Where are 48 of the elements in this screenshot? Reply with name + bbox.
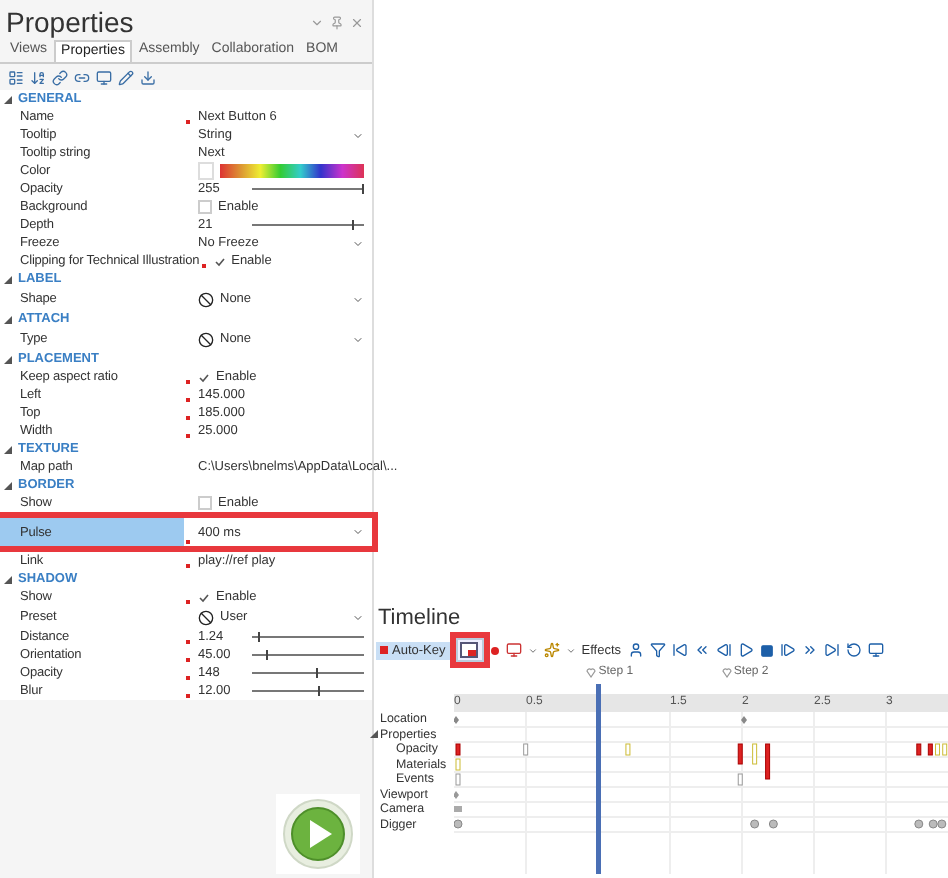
monitor-icon[interactable] <box>505 642 522 658</box>
checkbox[interactable] <box>198 371 210 383</box>
keyframe-button[interactable] <box>455 638 484 662</box>
skip-forward-icon[interactable] <box>823 642 840 658</box>
sparkles-icon[interactable] <box>543 642 560 658</box>
rewind-icon[interactable] <box>693 642 710 658</box>
collapse-triangle-icon[interactable] <box>4 315 12 323</box>
skip-back-icon[interactable] <box>671 642 688 658</box>
chevron-down-icon[interactable] <box>527 645 538 655</box>
monitor-icon[interactable] <box>867 642 884 658</box>
color-gradient[interactable] <box>220 164 364 178</box>
step-forward-icon[interactable] <box>779 642 796 658</box>
collapse-triangle-icon[interactable] <box>4 355 12 363</box>
collapse-triangle-icon[interactable] <box>4 95 12 103</box>
timeline-title: Timeline <box>376 606 463 634</box>
monitor-icon[interactable] <box>96 69 112 85</box>
download-icon[interactable] <box>140 69 156 85</box>
no-symbol-icon <box>198 609 214 625</box>
link-icon[interactable] <box>52 69 68 85</box>
loop-icon[interactable] <box>845 642 862 658</box>
collapse-triangle-icon[interactable] <box>4 275 12 283</box>
filter-icon[interactable] <box>649 642 666 658</box>
categorized-icon[interactable] <box>8 69 24 85</box>
step-pin-icon[interactable] <box>721 667 732 677</box>
link-icon[interactable] <box>74 69 90 85</box>
chevron-down-icon[interactable] <box>565 645 576 655</box>
close-icon[interactable] <box>350 15 364 29</box>
no-symbol-icon <box>198 331 214 347</box>
collapse-triangle-icon[interactable] <box>4 481 12 489</box>
checkbox[interactable] <box>213 255 226 267</box>
step-pin-icon[interactable] <box>586 667 597 677</box>
collapse-triangle-icon[interactable] <box>4 445 12 453</box>
record-icon[interactable] <box>489 645 500 655</box>
person-icon[interactable] <box>627 642 644 658</box>
step-back-icon[interactable] <box>715 642 732 658</box>
collapse-triangle-icon[interactable] <box>4 575 12 583</box>
keyframes-drawing[interactable] <box>454 716 948 829</box>
pencil-icon[interactable] <box>118 69 134 85</box>
stop-icon[interactable] <box>759 643 774 657</box>
color-swatch[interactable] <box>198 162 214 180</box>
no-symbol-icon <box>198 291 214 307</box>
panel-title: Properties <box>6 6 134 38</box>
fast-forward-icon[interactable] <box>801 642 818 658</box>
checkbox[interactable] <box>198 591 210 603</box>
play-icon[interactable] <box>737 642 754 658</box>
expand-triangle-icon[interactable] <box>370 730 378 739</box>
play-button[interactable] <box>282 798 354 870</box>
sort-icon[interactable] <box>30 69 46 85</box>
